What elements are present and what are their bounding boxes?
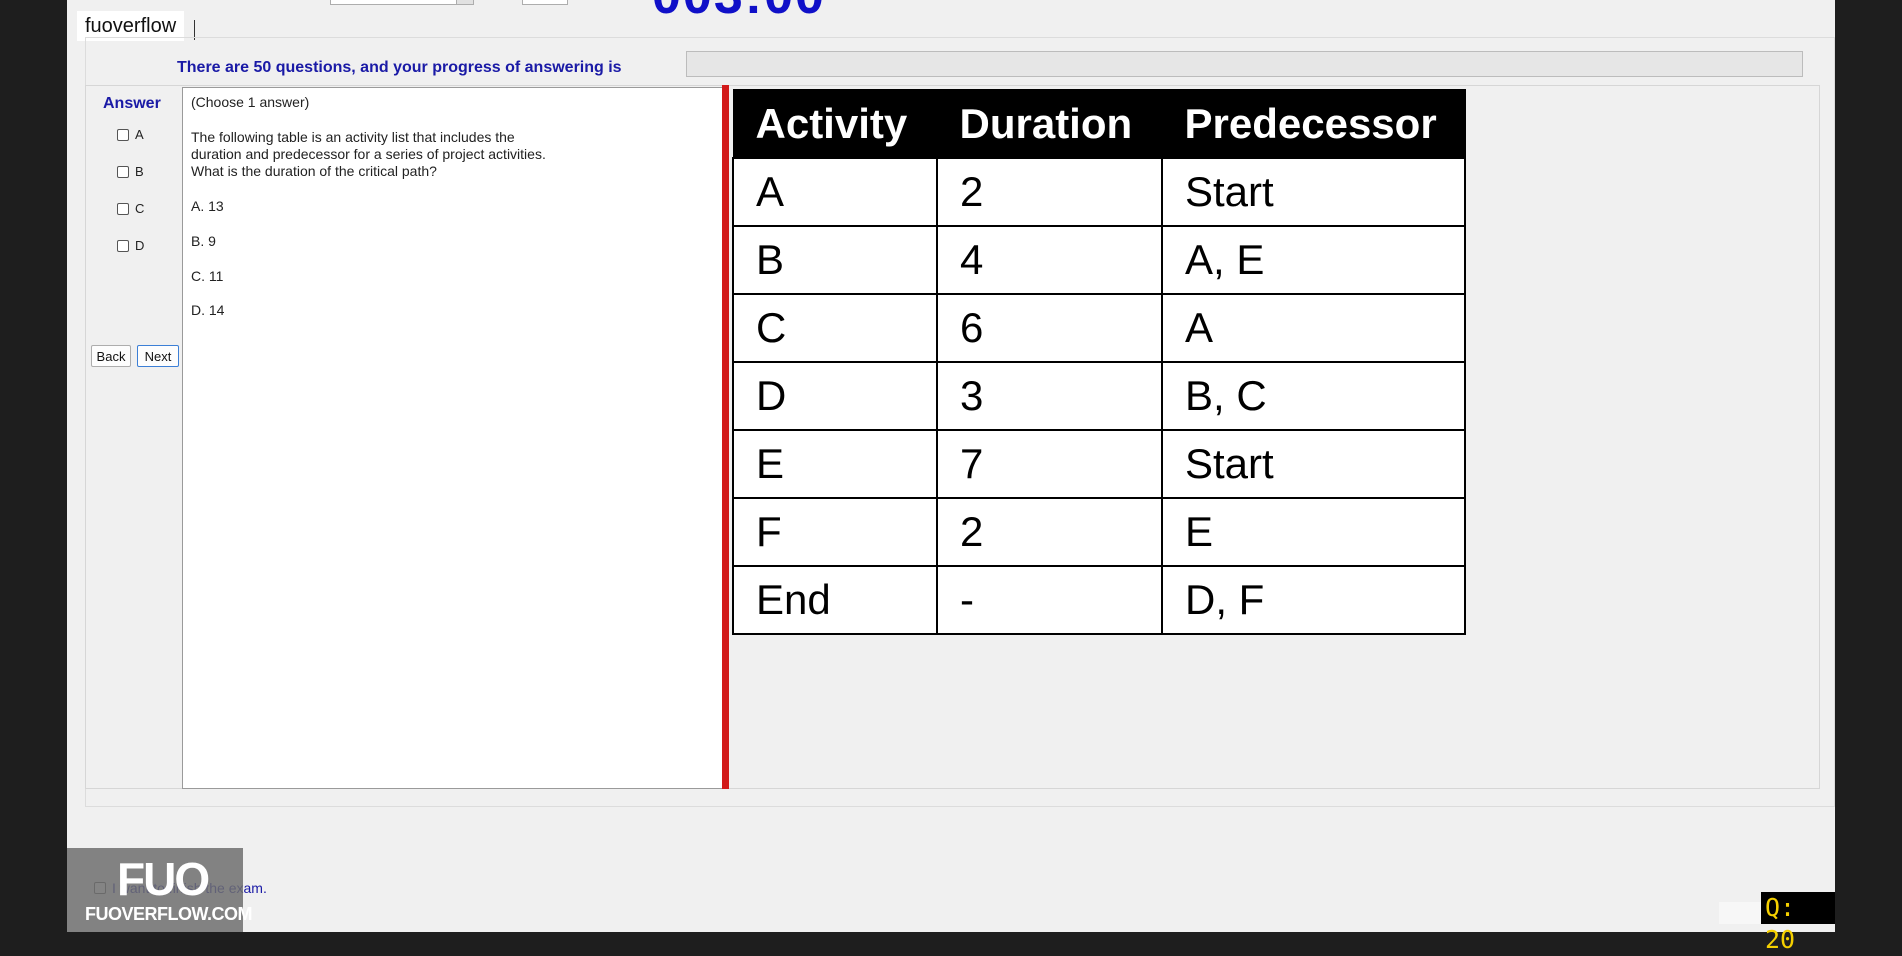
chevron-down-icon[interactable]: [456, 0, 473, 4]
table-cell: 3: [936, 361, 1163, 431]
table-cell: C: [732, 293, 938, 363]
answer-option-label: A: [135, 127, 144, 142]
choice-a: A. 13: [191, 198, 224, 214]
table-cell: 6: [936, 293, 1163, 363]
question-instruction: (Choose 1 answer): [191, 94, 310, 110]
answer-option-d[interactable]: D: [117, 238, 144, 253]
next-button[interactable]: Next: [137, 345, 179, 367]
checkbox-a[interactable]: [117, 128, 129, 141]
question-box: (Choose 1 answer) The following table is…: [182, 87, 723, 789]
progress-text: There are 50 questions, and your progres…: [177, 59, 622, 76]
table-header-row: Activity Duration Predecessor: [732, 89, 1466, 159]
checkbox-d[interactable]: [117, 239, 129, 252]
column-header: Duration: [936, 89, 1163, 159]
table-row: C 6 A: [732, 293, 1466, 363]
table-row: E 7 Start: [732, 429, 1466, 499]
answer-label: Answer: [103, 95, 161, 112]
answer-option-b[interactable]: B: [117, 164, 144, 179]
table-cell: 2: [936, 157, 1163, 227]
progress-bar: [686, 51, 1803, 77]
table-cell: End: [732, 565, 938, 635]
answer-option-label: D: [135, 238, 145, 253]
table-cell: B: [732, 225, 938, 295]
answer-option-label: B: [135, 164, 144, 179]
table-cell: D, F: [1161, 565, 1466, 635]
table-cell: E: [1161, 497, 1466, 567]
back-button[interactable]: Back: [91, 345, 131, 367]
answer-option-label: C: [135, 201, 145, 216]
table-cell: Start: [1161, 429, 1466, 499]
choice-d: D. 14: [191, 302, 225, 318]
top-dropdown[interactable]: [330, 0, 474, 5]
table-cell: B, C: [1161, 361, 1466, 431]
table-cell: -: [936, 565, 1163, 635]
table-cell: E: [732, 429, 938, 499]
top-small-field[interactable]: [522, 0, 568, 5]
bottom-field: [1719, 902, 1761, 924]
splitter-bar[interactable]: [722, 85, 729, 789]
table-cell: A: [1161, 293, 1466, 363]
logo-site: FUOVERFLOW.COM: [85, 904, 253, 924]
table-cell: A, E: [1161, 225, 1466, 295]
countdown-timer: 003:00: [652, 0, 826, 26]
question-text: The following table is an activity list …: [191, 129, 546, 179]
table-cell: A: [732, 157, 938, 227]
checkbox-b[interactable]: [117, 165, 129, 178]
table-row: B 4 A, E: [732, 225, 1466, 295]
exam-window: 003:00 fuoverflow There are 50 questions…: [67, 0, 1835, 954]
activity-table: Activity Duration Predecessor A 2 Start …: [732, 89, 1466, 635]
table-cell: 4: [936, 225, 1163, 295]
column-header: Activity: [732, 89, 938, 159]
table-row: A 2 Start: [732, 157, 1466, 227]
choice-b: B. 9: [191, 233, 216, 249]
table-row: F 2 E: [732, 497, 1466, 567]
table-cell: 2: [936, 497, 1163, 567]
checkbox-c[interactable]: [117, 202, 129, 215]
table-cell: Start: [1161, 157, 1466, 227]
table-cell: D: [732, 361, 938, 431]
logo-mark: FUO: [117, 853, 210, 905]
fuoverflow-watermark-logo: FUO FUOVERFLOW.COM: [67, 848, 253, 932]
answer-option-c[interactable]: C: [117, 201, 144, 216]
column-header: Predecessor: [1161, 89, 1466, 159]
choice-c: C. 11: [191, 268, 224, 284]
question-counter: Q: 20: [1761, 892, 1835, 954]
table-row: End - D, F: [732, 565, 1466, 635]
table-row: D 3 B, C: [732, 361, 1466, 431]
table-cell: 7: [936, 429, 1163, 499]
answer-option-a[interactable]: A: [117, 127, 144, 142]
table-cell: F: [732, 497, 938, 567]
